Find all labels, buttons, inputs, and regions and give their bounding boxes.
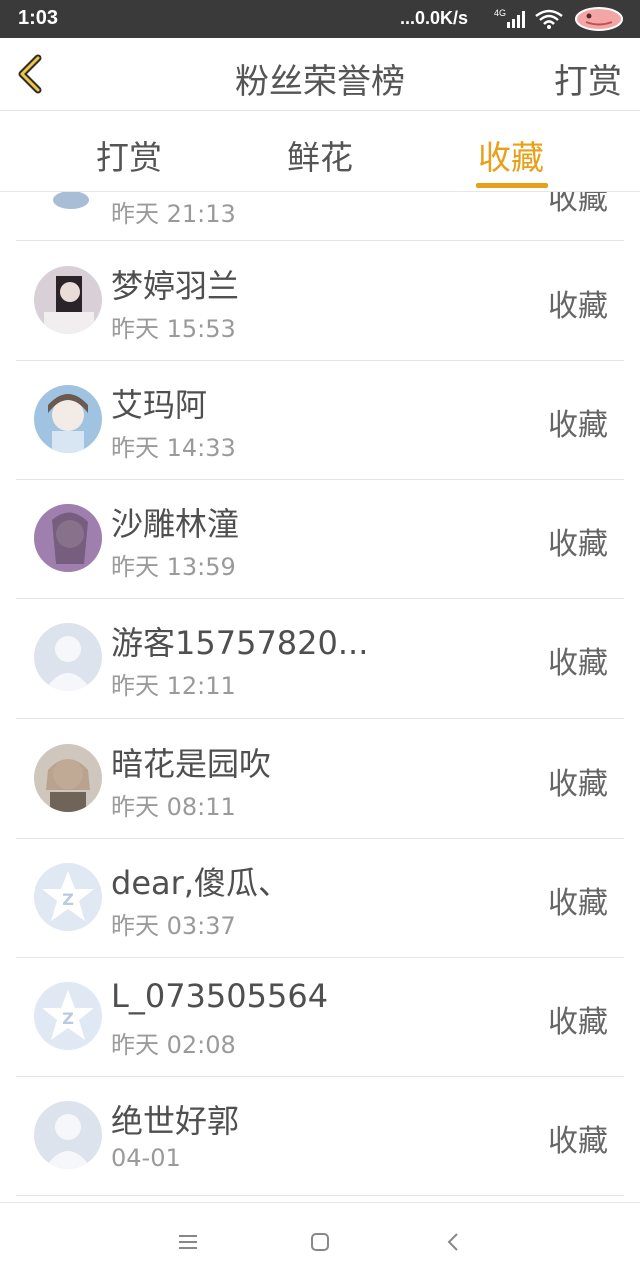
avatar: Z (34, 982, 102, 1050)
list-item-name: 艾玛阿 (111, 386, 208, 424)
list-item-time: 昨天 08:11 (111, 793, 236, 821)
list-item[interactable]: Z L_073505564 昨天 02:08 收藏 (16, 957, 624, 1077)
avatar (34, 744, 102, 812)
list-item-time: 昨天 14:33 (111, 434, 236, 462)
avatar (34, 266, 102, 334)
svg-text:Z: Z (62, 1009, 74, 1028)
tab-flowers[interactable]: 鲜花 (287, 131, 353, 179)
favorite-label: 收藏 (548, 646, 608, 681)
favorite-label: 收藏 (548, 1124, 608, 1159)
tab-bar: 打赏 鲜花 收藏 (0, 111, 640, 192)
list-item[interactable]: 绝世好郭 04-01 收藏 (16, 1076, 624, 1196)
avatar: Z (34, 863, 102, 931)
signal-icon (507, 11, 525, 28)
favorite-label: 收藏 (548, 1005, 608, 1040)
favorite-label: 收藏 (548, 527, 608, 562)
status-bar: 1:03 ...0.0K/s 4G (0, 0, 640, 38)
list-item[interactable]: Z dear,傻瓜、 昨天 03:37 收藏 (16, 838, 624, 958)
tab-favorites[interactable]: 收藏 (478, 131, 544, 179)
header: 粉丝荣誉榜 打赏 (0, 38, 640, 111)
wifi-icon (535, 9, 563, 29)
avatar (34, 504, 102, 572)
back-icon[interactable] (442, 1230, 466, 1254)
system-nav-bar (0, 1202, 640, 1281)
list-item-time: 昨天 21:13 (111, 200, 236, 228)
reward-button[interactable]: 打赏 (554, 54, 622, 103)
avatar (34, 623, 102, 691)
list-item-time: 昨天 12:11 (111, 672, 236, 700)
network-type: 4G (494, 8, 507, 18)
avatar (53, 192, 89, 209)
list-item[interactable]: 游客15757820... 昨天 12:11 收藏 (16, 598, 624, 719)
favorite-label: 收藏 (548, 767, 608, 802)
list-item[interactable]: 艾玛阿 昨天 14:33 收藏 (16, 360, 624, 480)
list-item-time: 昨天 15:53 (111, 315, 236, 343)
favorite-label: 收藏 (548, 192, 608, 217)
avatar (34, 1101, 102, 1169)
list-item[interactable]: 昨天 21:13 收藏 (16, 192, 624, 241)
list-item[interactable]: 沙雕林潼 昨天 13:59 收藏 (16, 479, 624, 599)
favorite-label: 收藏 (548, 289, 608, 324)
list-item-name: L_073505564 (111, 977, 329, 1015)
list-item-name: 绝世好郭 (111, 1102, 240, 1140)
list-item-name: 沙雕林潼 (111, 505, 240, 543)
tab-reward[interactable]: 打赏 (96, 131, 162, 179)
list-item-name: 游客15757820... (111, 624, 369, 662)
avatar (34, 385, 102, 453)
page-title: 粉丝荣誉榜 (235, 62, 405, 102)
list-item[interactable]: 梦婷羽兰 昨天 15:53 收藏 (16, 241, 624, 361)
fan-list: 昨天 21:13 收藏 梦婷羽兰 昨天 15:53 收藏 艾玛阿 昨天 14:3… (0, 192, 640, 1202)
list-item-time: 昨天 13:59 (111, 553, 236, 581)
list-item-time: 04-01 (111, 1144, 181, 1172)
menu-icon[interactable] (176, 1230, 200, 1254)
list-item-time: 昨天 03:37 (111, 912, 236, 940)
favorite-label: 收藏 (548, 408, 608, 443)
favorite-label: 收藏 (548, 886, 608, 921)
battery-icon (575, 7, 623, 31)
home-icon[interactable] (308, 1230, 332, 1254)
list-item-time: 昨天 02:08 (111, 1031, 236, 1059)
list-item-name: 暗花是园吹 (111, 745, 272, 783)
svg-text:Z: Z (62, 890, 74, 909)
status-time: 1:03 (18, 7, 59, 29)
list-item-name: dear,傻瓜、 (111, 864, 290, 902)
list-item[interactable]: 暗花是园吹 昨天 08:11 收藏 (16, 719, 624, 839)
active-tab-indicator (476, 183, 548, 188)
network-speed: ...0.0K/s (400, 8, 469, 28)
list-item-name: 梦婷羽兰 (111, 267, 240, 305)
